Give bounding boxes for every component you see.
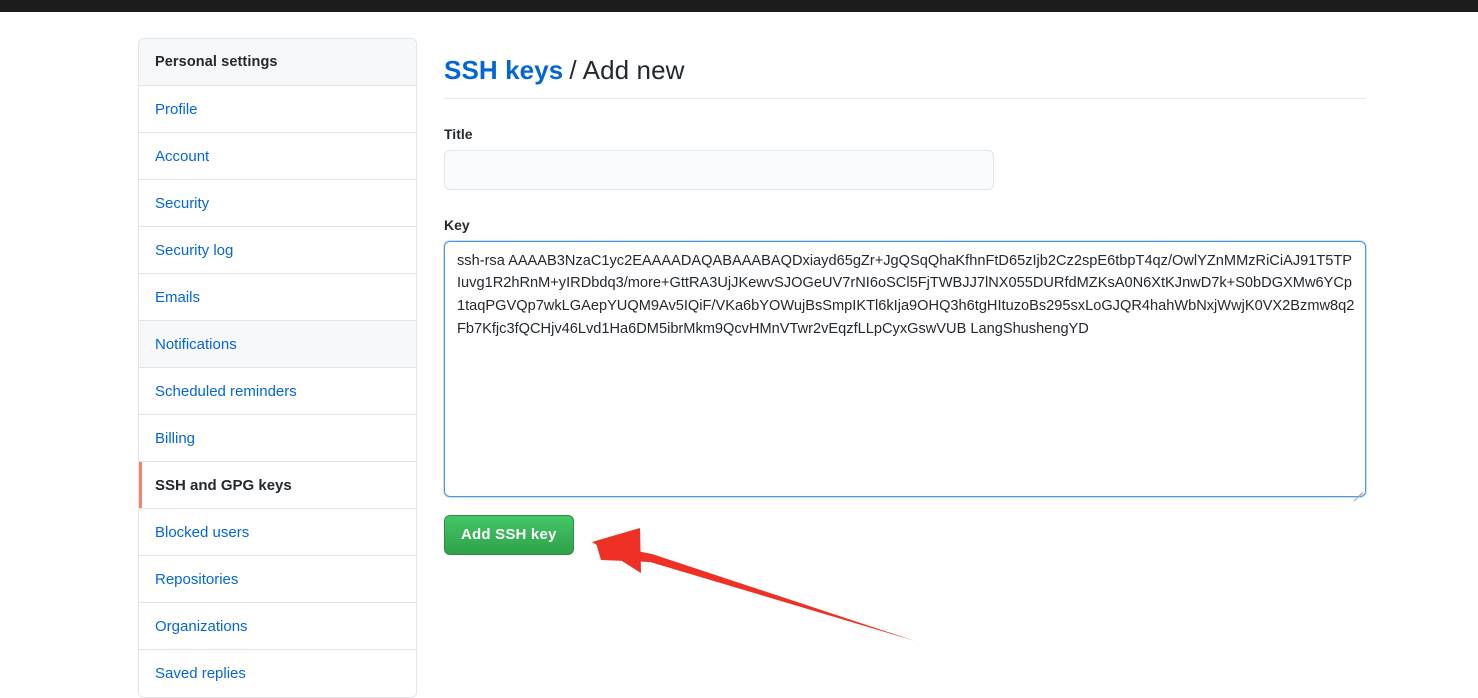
key-textarea-wrapper: ssh-rsa AAAAB3NzaC1yc2EAAAADAQABAAABAQDx… <box>444 240 1366 502</box>
sidebar-item-scheduled-reminders[interactable]: Scheduled reminders <box>139 368 416 415</box>
sidebar-header: Personal settings <box>139 39 416 86</box>
personal-settings-sidebar: Personal settings Profile Account Securi… <box>138 38 417 698</box>
sidebar-item-label: Blocked users <box>155 523 250 541</box>
title-input[interactable] <box>444 149 994 190</box>
settings-page: Personal settings Profile Account Securi… <box>0 12 1478 698</box>
sidebar-item-profile[interactable]: Profile <box>139 86 416 133</box>
sidebar-item-label: Security log <box>155 241 234 259</box>
sidebar-item-blocked-users[interactable]: Blocked users <box>139 509 416 556</box>
sidebar-item-repositories[interactable]: Repositories <box>139 556 416 603</box>
sidebar-item-label: Saved replies <box>155 665 246 682</box>
key-field-label: Key <box>444 216 470 233</box>
breadcrumb-link-ssh-keys[interactable]: SSH keys <box>444 55 563 85</box>
sidebar-item-notifications[interactable]: Notifications <box>139 321 416 368</box>
sidebar-item-organizations[interactable]: Organizations <box>139 603 416 650</box>
sidebar-item-label: Scheduled reminders <box>155 382 297 400</box>
browser-chrome-strip <box>0 0 1478 12</box>
sidebar-item-security-log[interactable]: Security log <box>139 227 416 274</box>
page-title: SSH keys / Add new <box>444 55 1366 99</box>
sidebar-item-label: Organizations <box>155 617 248 635</box>
sidebar-item-label: Billing <box>155 429 196 447</box>
sidebar-item-billing[interactable]: Billing <box>139 415 416 462</box>
main-content: SSH keys / Add new Title Key ssh-rsa AAAAB… <box>444 38 1366 555</box>
add-ssh-key-button[interactable]: Add SSH key <box>444 514 574 555</box>
sidebar-item-emails[interactable]: Emails <box>139 274 416 321</box>
title-field-label: Title <box>444 125 473 142</box>
sidebar-item-label: Security <box>155 194 210 212</box>
breadcrumb-current-add-new: Add new <box>582 55 685 86</box>
sidebar-item-ssh-and-gpg-keys[interactable]: SSH and GPG keys <box>139 462 416 509</box>
sidebar-item-security[interactable]: Security <box>139 180 416 227</box>
breadcrumb-separator: / <box>569 55 577 86</box>
sidebar-item-label: SSH and GPG keys <box>155 476 292 494</box>
sidebar-item-saved-replies[interactable]: Saved replies <box>139 650 416 697</box>
sidebar-item-label: Account <box>155 147 210 165</box>
key-textarea[interactable]: ssh-rsa AAAAB3NzaC1yc2EAAAADAQABAAABAQDx… <box>444 240 1366 497</box>
sidebar-item-label: Profile <box>155 100 198 118</box>
sidebar-item-label: Notifications <box>155 335 237 353</box>
sidebar-item-label: Repositories <box>155 570 239 588</box>
sidebar-item-account[interactable]: Account <box>139 133 416 180</box>
sidebar-item-label: Emails <box>155 288 201 306</box>
